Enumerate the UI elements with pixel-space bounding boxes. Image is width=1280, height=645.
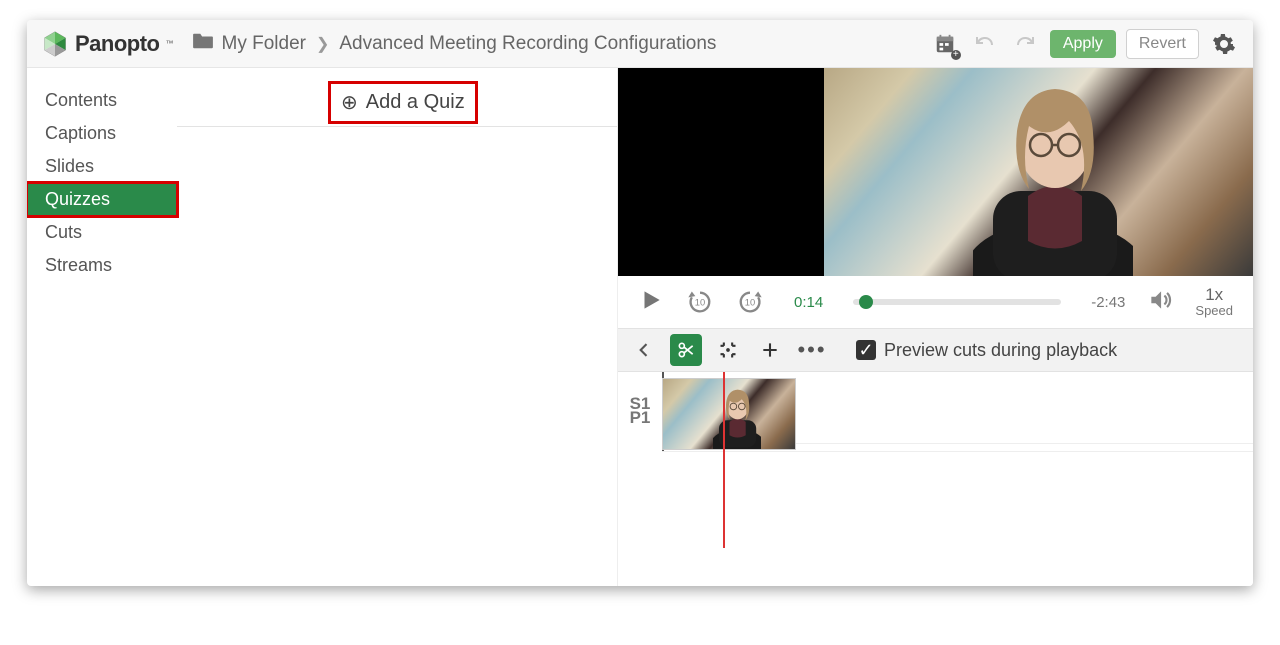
add-quiz-label: Add a Quiz (366, 91, 465, 114)
breadcrumb: My Folder ❯ Advanced Meeting Recording C… (192, 32, 717, 56)
playhead[interactable] (723, 372, 725, 548)
checkbox-checked-icon: ✓ (856, 340, 876, 360)
apply-button[interactable]: Apply (1050, 30, 1116, 58)
top-bar: Panopto ™ My Folder ❯ Advanced Meeting Re… (27, 20, 1253, 68)
sidebar-item-captions[interactable]: Captions (27, 117, 177, 150)
current-time: 0:14 (794, 294, 823, 311)
top-actions: + Apply Revert (930, 29, 1239, 59)
speed-value: 1x (1195, 286, 1233, 305)
crop-tool-button[interactable] (712, 334, 744, 366)
more-tools-button[interactable]: ••• (796, 334, 828, 366)
collapse-button[interactable] (628, 334, 660, 366)
folder-icon (192, 32, 214, 56)
svg-text:10: 10 (695, 298, 705, 308)
video-editor-panel: 10 10 0:14 -2:43 1x Speed (617, 68, 1253, 586)
breadcrumb-title[interactable]: Advanced Meeting Recording Configuration… (339, 33, 716, 55)
preview-cuts-label: Preview cuts during playback (884, 340, 1117, 361)
divider (177, 126, 617, 127)
playback-speed[interactable]: 1x Speed (1195, 286, 1233, 319)
plus-badge-icon: + (951, 50, 961, 60)
scissors-icon (676, 340, 696, 360)
add-to-schedule-button[interactable]: + (930, 29, 960, 59)
seek-bar[interactable] (853, 299, 1061, 305)
skip-back-button[interactable]: 10 (686, 288, 714, 316)
sidebar-item-quizzes[interactable]: Quizzes (27, 183, 177, 216)
redo-button[interactable] (1010, 29, 1040, 59)
revert-button[interactable]: Revert (1126, 29, 1199, 59)
add-quiz-button[interactable]: ⊕ Add a Quiz (331, 84, 475, 121)
content-pane: ⊕ Add a Quiz (177, 68, 617, 586)
add-tool-button[interactable] (754, 334, 786, 366)
crop-icon (718, 340, 738, 360)
clip-thumbnail[interactable] (662, 378, 796, 450)
sidebar-item-contents[interactable]: Contents (27, 84, 177, 117)
chevron-right-icon: ❯ (316, 34, 329, 54)
presenter-avatar (973, 71, 1133, 276)
speaker-icon (1147, 287, 1173, 313)
volume-button[interactable] (1147, 287, 1173, 318)
track-label-s1: S1 (618, 394, 662, 414)
speed-label: Speed (1195, 304, 1233, 318)
preview-cuts-checkbox[interactable]: ✓ Preview cuts during playback (856, 340, 1117, 361)
track-body-s1[interactable] (662, 372, 1253, 452)
timeline-track-s1[interactable]: S1 (618, 438, 1253, 518)
clip-thumbnail-image (713, 381, 761, 449)
trademark: ™ (166, 39, 174, 48)
brand-logo[interactable]: Panopto ™ (41, 30, 174, 58)
undo-button[interactable] (970, 29, 1000, 59)
skip-forward-button[interactable]: 10 (736, 288, 764, 316)
skip-forward-icon: 10 (736, 288, 764, 316)
sidebar-item-cuts[interactable]: Cuts (27, 216, 177, 249)
video-frame-image (824, 68, 1253, 276)
svg-text:10: 10 (745, 298, 755, 308)
cut-tool-button[interactable] (670, 334, 702, 366)
remaining-time: -2:43 (1091, 294, 1125, 311)
plus-circle-icon: ⊕ (341, 90, 358, 115)
app-window: Panopto ™ My Folder ❯ Advanced Meeting Re… (27, 20, 1253, 586)
settings-button[interactable] (1209, 29, 1239, 59)
chevron-left-icon (634, 340, 654, 360)
sidebar-item-streams[interactable]: Streams (27, 249, 177, 282)
skip-back-icon: 10 (686, 288, 714, 316)
brand-name: Panopto (75, 31, 160, 57)
video-preview[interactable] (618, 68, 1253, 276)
play-icon (638, 287, 664, 313)
sidebar-item-slides[interactable]: Slides (27, 150, 177, 183)
play-button[interactable] (638, 287, 664, 318)
plus-icon (760, 340, 780, 360)
gear-icon (1212, 32, 1236, 56)
sidebar: Contents Captions Slides Quizzes Cuts St… (27, 68, 177, 586)
timeline[interactable]: P1 S1 (618, 372, 1253, 586)
seek-knob[interactable] (859, 295, 873, 309)
player-controls: 10 10 0:14 -2:43 1x Speed (618, 276, 1253, 328)
editor-body: Contents Captions Slides Quizzes Cuts St… (27, 68, 1253, 586)
timeline-toolbar: ••• ✓ Preview cuts during playback (618, 328, 1253, 372)
breadcrumb-folder[interactable]: My Folder (222, 33, 306, 55)
panopto-logo-icon (41, 30, 69, 58)
